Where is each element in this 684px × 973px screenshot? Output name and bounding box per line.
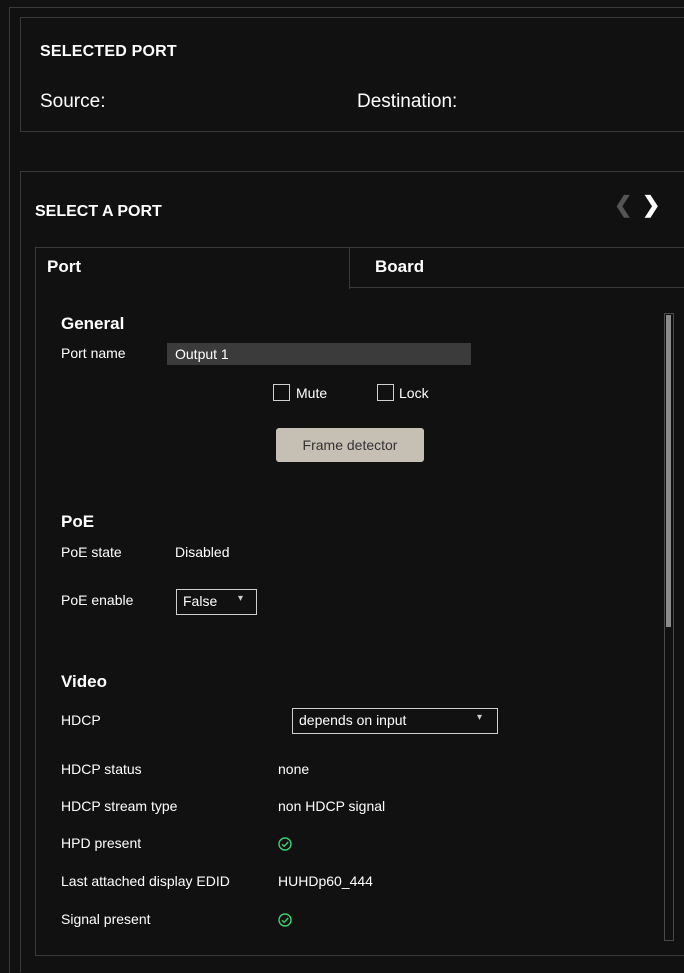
mute-checkbox[interactable] (273, 384, 290, 401)
select-port-title: SELECT A PORT (35, 203, 162, 220)
hdcp-select[interactable]: depends on input ▾ (292, 708, 498, 734)
select-port-panel: SELECT A PORT ❮ ❯ Port Board General Por… (20, 171, 684, 972)
hdcp-status-value: none (278, 761, 310, 777)
poe-enable-label: PoE enable (61, 592, 134, 608)
poe-state-label: PoE state (61, 544, 122, 560)
lock-checkbox[interactable] (377, 384, 394, 401)
selected-port-panel: SELECTED PORT Source: Destination: (20, 17, 684, 132)
mute-label: Mute (296, 385, 328, 401)
chevron-down-icon: ▾ (238, 593, 244, 604)
tab-board[interactable]: Board (350, 247, 684, 288)
chevron-right-icon[interactable]: ❯ (642, 192, 660, 218)
chevron-down-icon: ▾ (477, 712, 483, 723)
hdcp-status-label: HDCP status (61, 761, 142, 777)
hdcp-stream-value: non HDCP signal (278, 798, 386, 814)
source-label: Source: (40, 91, 106, 112)
hdcp-value: depends on input (299, 712, 407, 728)
hdcp-label: HDCP (61, 712, 101, 728)
hdcp-stream-label: HDCP stream type (61, 798, 178, 814)
chevron-left-icon[interactable]: ❮ (614, 192, 632, 218)
video-heading: Video (61, 672, 107, 691)
signal-present-label: Signal present (61, 911, 151, 927)
port-name-input[interactable] (167, 343, 471, 365)
edid-label: Last attached display EDID (61, 873, 230, 889)
selected-port-title: SELECTED PORT (40, 43, 177, 60)
poe-heading: PoE (61, 512, 95, 531)
hpd-label: HPD present (61, 835, 142, 851)
tab-bar: Port Board (35, 247, 684, 289)
check-circle-icon (278, 837, 292, 851)
poe-enable-value: False (183, 593, 218, 609)
port-name-label: Port name (61, 345, 126, 361)
destination-label: Destination: (357, 91, 458, 112)
edid-value: HUHDp60_444 (278, 873, 373, 889)
check-circle-icon (278, 913, 292, 927)
poe-enable-select[interactable]: False ▾ (176, 589, 257, 615)
poe-state-value: Disabled (175, 544, 230, 560)
general-heading: General (61, 314, 125, 333)
port-settings-content: General Port name Mute Lock Frame detect… (35, 288, 684, 956)
frame-detector-button[interactable]: Frame detector (276, 428, 424, 462)
lock-label: Lock (399, 385, 429, 401)
tab-port[interactable]: Port (35, 247, 350, 289)
scrollbar-thumb[interactable] (666, 315, 671, 627)
